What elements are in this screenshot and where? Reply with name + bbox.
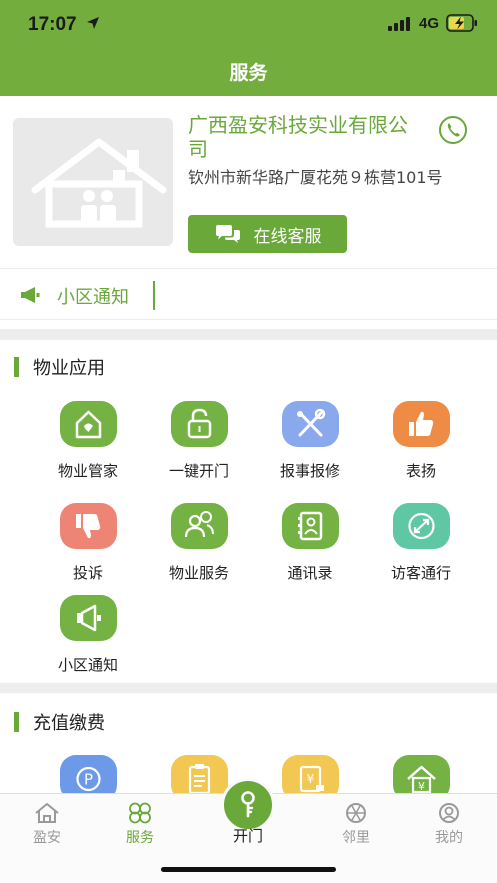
section-marker [14, 357, 19, 377]
app-label: 访客通行 [390, 564, 451, 582]
network-type: 4G [419, 15, 440, 32]
profile-icon [439, 803, 459, 823]
tab-open-door-label: 开门 [232, 827, 263, 845]
thumbs-up-icon [392, 401, 450, 447]
online-service-button[interactable]: 在线客服 [188, 215, 347, 253]
chat-bubbles-icon [215, 225, 240, 243]
app-label: 物业管家 [57, 462, 118, 480]
app-label: 通讯录 [287, 564, 333, 582]
company-address: 钦州市新华路广厦花苑９栋营101号 [188, 168, 443, 187]
top-bar: 17:07 4G 服务 [0, 0, 497, 96]
signal-icon [388, 17, 410, 31]
svg-text:P: P [83, 771, 92, 789]
app-property-service[interactable]: 物业服务 [144, 503, 254, 583]
community-logo [13, 118, 173, 246]
tab-yingan[interactable]: 盈安 [7, 794, 87, 847]
app-label: 报事报修 [279, 462, 340, 480]
app-praise[interactable]: 表扬 [366, 401, 476, 481]
notice-bar[interactable]: 小区通知 [0, 268, 497, 320]
notice-divider [153, 281, 155, 310]
page-title: 服务 [229, 62, 268, 84]
app-label: 一键开门 [168, 462, 229, 480]
house-family-icon [31, 138, 167, 228]
phone-icon[interactable] [438, 115, 468, 145]
tab-service[interactable]: 服务 [100, 794, 180, 847]
svg-text:¥: ¥ [418, 780, 425, 793]
megaphone-icon [21, 287, 40, 303]
company-name[interactable]: 广西盈安科技实业有限公司 [188, 113, 420, 161]
location-arrow-icon [87, 17, 99, 29]
app-visitor-pass[interactable]: 访客通行 [366, 503, 476, 583]
contacts-icon [281, 503, 339, 549]
online-service-label: 在线客服 [253, 226, 322, 247]
section-gap [0, 683, 497, 693]
app-one-key-open[interactable]: 一键开门 [144, 401, 254, 481]
home-indicator [161, 867, 336, 872]
visitor-icon [392, 503, 450, 549]
svg-text:¥: ¥ [306, 772, 314, 786]
open-door-button[interactable] [221, 778, 275, 832]
home-icon [35, 803, 59, 823]
status-bar: 17:07 4G [0, 0, 497, 50]
tab-label: 服务 [126, 830, 154, 846]
aperture-icon [346, 803, 366, 823]
section-marker [14, 712, 19, 732]
company-card: 广西盈安科技实业有限公司 钦州市新华路广厦花苑９栋营101号 在线客服 [0, 96, 497, 268]
megaphone-icon [59, 595, 117, 641]
app-property-butler[interactable]: 物业管家 [33, 401, 143, 481]
notice-label: 小区通知 [57, 287, 129, 308]
house-heart-icon [59, 401, 117, 447]
battery-charging-icon [446, 14, 477, 32]
app-contacts[interactable]: 通讯录 [255, 503, 365, 583]
property-apps-header: 物业应用 [14, 354, 105, 380]
tab-label: 邻里 [342, 830, 370, 846]
app-report-repair[interactable]: 报事报修 [255, 401, 365, 481]
tab-label: 盈安 [33, 830, 61, 846]
app-community-notice[interactable]: 小区通知 [33, 595, 143, 675]
payment-title: 充值缴费 [33, 713, 105, 734]
app-complaint[interactable]: 投诉 [33, 503, 143, 583]
unlock-icon [170, 401, 228, 447]
app-label: 小区通知 [57, 656, 118, 674]
key-icon [241, 791, 255, 818]
tab-neighbors[interactable]: 邻里 [316, 794, 396, 847]
app-label: 物业服务 [168, 564, 229, 582]
status-time: 17:07 [28, 14, 77, 35]
payment-header: 充值缴费 [14, 709, 105, 735]
thumbs-down-icon [59, 503, 117, 549]
property-apps-title: 物业应用 [33, 358, 105, 379]
app-label: 投诉 [72, 564, 103, 582]
tab-mine[interactable]: 我的 [409, 794, 489, 847]
tools-icon [281, 401, 339, 447]
clover-icon [129, 802, 151, 824]
section-gap [0, 329, 497, 340]
people-icon [170, 503, 228, 549]
app-label: 表扬 [405, 462, 436, 480]
tab-label: 我的 [435, 830, 463, 846]
